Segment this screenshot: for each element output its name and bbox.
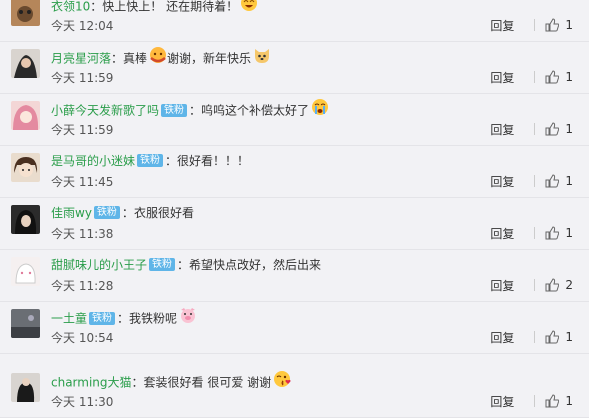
username[interactable]: charming大猫 bbox=[51, 376, 132, 390]
comment-text: 很好看！！！ bbox=[177, 154, 250, 168]
reply-button[interactable]: 回复 bbox=[490, 225, 514, 242]
divider bbox=[534, 19, 536, 31]
fan-badge: 铁粉 bbox=[93, 206, 120, 219]
avatar[interactable] bbox=[11, 0, 40, 26]
comment-item: 月亮星河落：真棒 谢谢，新年快乐 今天 11:59 回复 1 bbox=[0, 42, 589, 94]
reply-button[interactable]: 回复 bbox=[490, 277, 514, 294]
comment-item: 一土童 铁粉 ：我铁粉呢 今天 10:54 回复 1 bbox=[0, 302, 589, 354]
comment-text: 快上快上！ 还在期待着！ bbox=[102, 0, 239, 14]
thumbs-up-icon[interactable] bbox=[545, 226, 560, 240]
crying-face-icon bbox=[311, 99, 329, 119]
comment-time: 今天 12:04 bbox=[51, 19, 114, 33]
thumbs-up-icon[interactable] bbox=[545, 18, 560, 32]
hug-face-icon bbox=[149, 47, 167, 67]
avatar[interactable] bbox=[11, 309, 40, 338]
thumbs-up-icon[interactable] bbox=[545, 70, 560, 84]
username[interactable]: 一土童 bbox=[51, 312, 87, 326]
username[interactable]: 是马哥的小迷妹 bbox=[51, 154, 135, 168]
comment-time: 今天 11:45 bbox=[51, 175, 114, 189]
divider bbox=[534, 395, 536, 407]
comment-time: 今天 11:59 bbox=[51, 123, 114, 137]
username[interactable]: 月亮星河落 bbox=[51, 52, 111, 66]
comment-item: 衣领10：快上快上！ 还在期待着！ 今天 12:04 回复 1 bbox=[0, 0, 589, 42]
comment-item: charming大猫：套装很好看 很可爱 谢谢 今天 11:30 回复 1 bbox=[0, 366, 589, 418]
reply-button[interactable]: 回复 bbox=[490, 173, 514, 190]
comment-text: 衣服很好看 bbox=[133, 206, 194, 220]
fan-badge: 铁粉 bbox=[149, 258, 176, 271]
username[interactable]: 甜腻味儿的小王子 bbox=[51, 258, 147, 272]
comment-list: 衣领10：快上快上！ 还在期待着！ 今天 12:04 回复 1 月亮星河落：真棒… bbox=[0, 0, 589, 418]
reply-button[interactable]: 回复 bbox=[490, 121, 514, 138]
fan-badge: 铁粉 bbox=[161, 103, 188, 117]
fan-badge: 铁粉 bbox=[137, 154, 164, 167]
divider bbox=[534, 279, 536, 291]
thumbs-up-icon[interactable] bbox=[545, 278, 560, 292]
like-count: 1 bbox=[565, 330, 573, 344]
avatar[interactable] bbox=[11, 101, 40, 130]
laugh-face-icon bbox=[240, 0, 258, 15]
divider bbox=[534, 331, 536, 343]
divider bbox=[534, 175, 536, 187]
like-count: 1 bbox=[565, 174, 573, 188]
kiss-face-icon bbox=[273, 371, 291, 391]
divider bbox=[534, 71, 536, 83]
divider bbox=[534, 123, 536, 135]
thumbs-up-icon[interactable] bbox=[545, 122, 560, 136]
reply-button[interactable]: 回复 bbox=[490, 17, 514, 34]
avatar[interactable] bbox=[11, 373, 40, 402]
username[interactable]: 佳雨wy bbox=[51, 206, 92, 220]
like-count: 1 bbox=[565, 18, 573, 32]
like-count: 1 bbox=[565, 70, 573, 84]
username[interactable]: 衣领10 bbox=[51, 0, 90, 14]
comment-text-2: 谢谢，新年快乐 bbox=[167, 51, 252, 66]
comment-text: 希望快点改好，然后出来 bbox=[189, 258, 322, 272]
dog-face-icon bbox=[253, 47, 271, 67]
thumbs-up-icon[interactable] bbox=[545, 330, 560, 344]
like-count: 1 bbox=[565, 226, 573, 240]
reply-button[interactable]: 回复 bbox=[490, 69, 514, 86]
thumbs-up-icon[interactable] bbox=[545, 174, 560, 188]
comment-text: 呜呜这个补偿太好了 bbox=[201, 103, 310, 118]
avatar[interactable] bbox=[11, 49, 40, 78]
like-count: 2 bbox=[565, 278, 573, 292]
avatar[interactable] bbox=[11, 205, 40, 234]
comment-item: 甜腻味儿的小王子 铁粉 ：希望快点改好，然后出来 今天 11:28 回复 2 bbox=[0, 250, 589, 302]
comment-time: 今天 11:59 bbox=[51, 71, 114, 85]
comment-text: 真棒 bbox=[123, 51, 148, 66]
reply-button[interactable]: 回复 bbox=[490, 393, 514, 410]
comment-time: 今天 11:28 bbox=[51, 279, 114, 293]
avatar[interactable] bbox=[11, 257, 40, 286]
comment-time: 今天 11:38 bbox=[51, 227, 114, 241]
comment-time: 今天 11:30 bbox=[51, 395, 114, 409]
reply-button[interactable]: 回复 bbox=[490, 329, 514, 346]
thumbs-up-icon[interactable] bbox=[545, 394, 560, 408]
comment-text: 套装很好看 很可爱 谢谢 bbox=[143, 375, 272, 390]
comment-item: 佳雨wy 铁粉 ：衣服很好看 今天 11:38 回复 1 bbox=[0, 198, 589, 250]
username[interactable]: 小薛今天发新歌了吗 bbox=[51, 104, 159, 118]
comment-time: 今天 10:54 bbox=[51, 331, 114, 345]
pig-face-icon bbox=[179, 307, 197, 327]
like-count: 1 bbox=[565, 122, 573, 136]
comment-item: 是马哥的小迷妹 铁粉 ：很好看！！！ 今天 11:45 回复 1 bbox=[0, 146, 589, 198]
divider bbox=[534, 227, 536, 239]
avatar[interactable] bbox=[11, 153, 40, 182]
fan-badge: 铁粉 bbox=[89, 311, 116, 325]
comment-item: 小薛今天发新歌了吗 铁粉 ：呜呜这个补偿太好了 今天 11:59 回复 1 bbox=[0, 94, 589, 146]
comment-text: 我铁粉呢 bbox=[129, 311, 178, 326]
like-count: 1 bbox=[565, 394, 573, 408]
